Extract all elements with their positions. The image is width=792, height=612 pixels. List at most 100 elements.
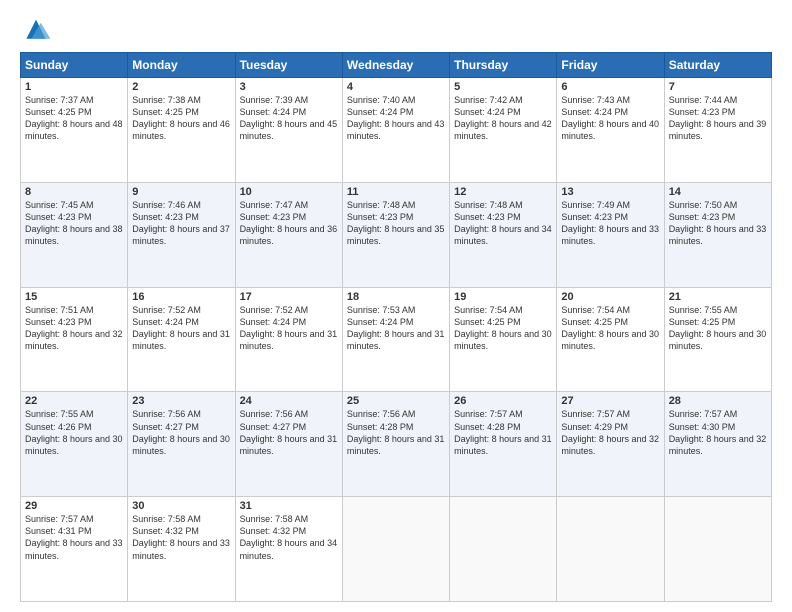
- calendar-cell: 7Sunrise: 7:44 AM Sunset: 4:23 PM Daylig…: [664, 78, 771, 183]
- calendar-cell: 1Sunrise: 7:37 AM Sunset: 4:25 PM Daylig…: [21, 78, 128, 183]
- day-number: 4: [347, 81, 445, 93]
- day-info: Sunrise: 7:48 AM Sunset: 4:23 PM Dayligh…: [454, 199, 552, 248]
- day-number: 9: [132, 186, 230, 198]
- day-info: Sunrise: 7:54 AM Sunset: 4:25 PM Dayligh…: [454, 304, 552, 353]
- calendar-cell: 29Sunrise: 7:57 AM Sunset: 4:31 PM Dayli…: [21, 497, 128, 602]
- calendar-cell: 10Sunrise: 7:47 AM Sunset: 4:23 PM Dayli…: [235, 182, 342, 287]
- day-info: Sunrise: 7:46 AM Sunset: 4:23 PM Dayligh…: [132, 199, 230, 248]
- calendar-cell: 18Sunrise: 7:53 AM Sunset: 4:24 PM Dayli…: [342, 287, 449, 392]
- day-number: 6: [561, 81, 659, 93]
- calendar-cell: 16Sunrise: 7:52 AM Sunset: 4:24 PM Dayli…: [128, 287, 235, 392]
- day-info: Sunrise: 7:56 AM Sunset: 4:27 PM Dayligh…: [132, 408, 230, 457]
- day-number: 8: [25, 186, 123, 198]
- day-info: Sunrise: 7:40 AM Sunset: 4:24 PM Dayligh…: [347, 94, 445, 143]
- day-info: Sunrise: 7:43 AM Sunset: 4:24 PM Dayligh…: [561, 94, 659, 143]
- day-number: 28: [669, 395, 767, 407]
- day-info: Sunrise: 7:55 AM Sunset: 4:25 PM Dayligh…: [669, 304, 767, 353]
- calendar-cell: 25Sunrise: 7:56 AM Sunset: 4:28 PM Dayli…: [342, 392, 449, 497]
- calendar-cell: 28Sunrise: 7:57 AM Sunset: 4:30 PM Dayli…: [664, 392, 771, 497]
- weekday-header-saturday: Saturday: [664, 53, 771, 78]
- calendar-cell: 14Sunrise: 7:50 AM Sunset: 4:23 PM Dayli…: [664, 182, 771, 287]
- day-info: Sunrise: 7:56 AM Sunset: 4:28 PM Dayligh…: [347, 408, 445, 457]
- day-info: Sunrise: 7:38 AM Sunset: 4:25 PM Dayligh…: [132, 94, 230, 143]
- calendar-cell: 17Sunrise: 7:52 AM Sunset: 4:24 PM Dayli…: [235, 287, 342, 392]
- calendar-cell: 30Sunrise: 7:58 AM Sunset: 4:32 PM Dayli…: [128, 497, 235, 602]
- day-number: 2: [132, 81, 230, 93]
- day-info: Sunrise: 7:50 AM Sunset: 4:23 PM Dayligh…: [669, 199, 767, 248]
- calendar-cell: 15Sunrise: 7:51 AM Sunset: 4:23 PM Dayli…: [21, 287, 128, 392]
- calendar-cell: 11Sunrise: 7:48 AM Sunset: 4:23 PM Dayli…: [342, 182, 449, 287]
- day-info: Sunrise: 7:56 AM Sunset: 4:27 PM Dayligh…: [240, 408, 338, 457]
- calendar-cell: [664, 497, 771, 602]
- day-number: 16: [132, 291, 230, 303]
- day-info: Sunrise: 7:57 AM Sunset: 4:28 PM Dayligh…: [454, 408, 552, 457]
- day-number: 11: [347, 186, 445, 198]
- day-number: 1: [25, 81, 123, 93]
- logo-icon: [20, 16, 52, 44]
- day-info: Sunrise: 7:39 AM Sunset: 4:24 PM Dayligh…: [240, 94, 338, 143]
- day-number: 14: [669, 186, 767, 198]
- calendar-week-row: 8Sunrise: 7:45 AM Sunset: 4:23 PM Daylig…: [21, 182, 772, 287]
- calendar-cell: 22Sunrise: 7:55 AM Sunset: 4:26 PM Dayli…: [21, 392, 128, 497]
- weekday-header-monday: Monday: [128, 53, 235, 78]
- day-info: Sunrise: 7:58 AM Sunset: 4:32 PM Dayligh…: [132, 513, 230, 562]
- logo: [20, 16, 56, 44]
- calendar-cell: 12Sunrise: 7:48 AM Sunset: 4:23 PM Dayli…: [450, 182, 557, 287]
- calendar-cell: 5Sunrise: 7:42 AM Sunset: 4:24 PM Daylig…: [450, 78, 557, 183]
- day-number: 31: [240, 500, 338, 512]
- calendar-cell: 6Sunrise: 7:43 AM Sunset: 4:24 PM Daylig…: [557, 78, 664, 183]
- calendar-cell: 26Sunrise: 7:57 AM Sunset: 4:28 PM Dayli…: [450, 392, 557, 497]
- day-info: Sunrise: 7:49 AM Sunset: 4:23 PM Dayligh…: [561, 199, 659, 248]
- day-info: Sunrise: 7:53 AM Sunset: 4:24 PM Dayligh…: [347, 304, 445, 353]
- calendar-cell: 8Sunrise: 7:45 AM Sunset: 4:23 PM Daylig…: [21, 182, 128, 287]
- calendar-cell: 31Sunrise: 7:58 AM Sunset: 4:32 PM Dayli…: [235, 497, 342, 602]
- day-number: 27: [561, 395, 659, 407]
- weekday-header-row: SundayMondayTuesdayWednesdayThursdayFrid…: [21, 53, 772, 78]
- day-number: 15: [25, 291, 123, 303]
- calendar-cell: 27Sunrise: 7:57 AM Sunset: 4:29 PM Dayli…: [557, 392, 664, 497]
- day-number: 29: [25, 500, 123, 512]
- calendar-cell: 19Sunrise: 7:54 AM Sunset: 4:25 PM Dayli…: [450, 287, 557, 392]
- day-number: 25: [347, 395, 445, 407]
- calendar-cell: 2Sunrise: 7:38 AM Sunset: 4:25 PM Daylig…: [128, 78, 235, 183]
- calendar-cell: 24Sunrise: 7:56 AM Sunset: 4:27 PM Dayli…: [235, 392, 342, 497]
- day-number: 7: [669, 81, 767, 93]
- day-info: Sunrise: 7:54 AM Sunset: 4:25 PM Dayligh…: [561, 304, 659, 353]
- calendar-cell: 20Sunrise: 7:54 AM Sunset: 4:25 PM Dayli…: [557, 287, 664, 392]
- day-number: 13: [561, 186, 659, 198]
- calendar-cell: 13Sunrise: 7:49 AM Sunset: 4:23 PM Dayli…: [557, 182, 664, 287]
- calendar-week-row: 29Sunrise: 7:57 AM Sunset: 4:31 PM Dayli…: [21, 497, 772, 602]
- calendar-cell: 3Sunrise: 7:39 AM Sunset: 4:24 PM Daylig…: [235, 78, 342, 183]
- day-number: 21: [669, 291, 767, 303]
- day-info: Sunrise: 7:58 AM Sunset: 4:32 PM Dayligh…: [240, 513, 338, 562]
- page: SundayMondayTuesdayWednesdayThursdayFrid…: [0, 0, 792, 612]
- day-number: 24: [240, 395, 338, 407]
- day-info: Sunrise: 7:57 AM Sunset: 4:29 PM Dayligh…: [561, 408, 659, 457]
- calendar-week-row: 22Sunrise: 7:55 AM Sunset: 4:26 PM Dayli…: [21, 392, 772, 497]
- day-info: Sunrise: 7:52 AM Sunset: 4:24 PM Dayligh…: [240, 304, 338, 353]
- weekday-header-tuesday: Tuesday: [235, 53, 342, 78]
- calendar-cell: 9Sunrise: 7:46 AM Sunset: 4:23 PM Daylig…: [128, 182, 235, 287]
- calendar-cell: [557, 497, 664, 602]
- day-number: 5: [454, 81, 552, 93]
- day-info: Sunrise: 7:57 AM Sunset: 4:31 PM Dayligh…: [25, 513, 123, 562]
- day-info: Sunrise: 7:57 AM Sunset: 4:30 PM Dayligh…: [669, 408, 767, 457]
- calendar-table: SundayMondayTuesdayWednesdayThursdayFrid…: [20, 52, 772, 602]
- day-number: 12: [454, 186, 552, 198]
- calendar-week-row: 1Sunrise: 7:37 AM Sunset: 4:25 PM Daylig…: [21, 78, 772, 183]
- day-number: 20: [561, 291, 659, 303]
- day-info: Sunrise: 7:52 AM Sunset: 4:24 PM Dayligh…: [132, 304, 230, 353]
- day-number: 22: [25, 395, 123, 407]
- day-number: 10: [240, 186, 338, 198]
- day-number: 3: [240, 81, 338, 93]
- calendar-cell: 21Sunrise: 7:55 AM Sunset: 4:25 PM Dayli…: [664, 287, 771, 392]
- day-info: Sunrise: 7:42 AM Sunset: 4:24 PM Dayligh…: [454, 94, 552, 143]
- calendar-week-row: 15Sunrise: 7:51 AM Sunset: 4:23 PM Dayli…: [21, 287, 772, 392]
- day-info: Sunrise: 7:48 AM Sunset: 4:23 PM Dayligh…: [347, 199, 445, 248]
- calendar-cell: [342, 497, 449, 602]
- day-number: 17: [240, 291, 338, 303]
- day-number: 19: [454, 291, 552, 303]
- weekday-header-sunday: Sunday: [21, 53, 128, 78]
- day-number: 18: [347, 291, 445, 303]
- day-number: 30: [132, 500, 230, 512]
